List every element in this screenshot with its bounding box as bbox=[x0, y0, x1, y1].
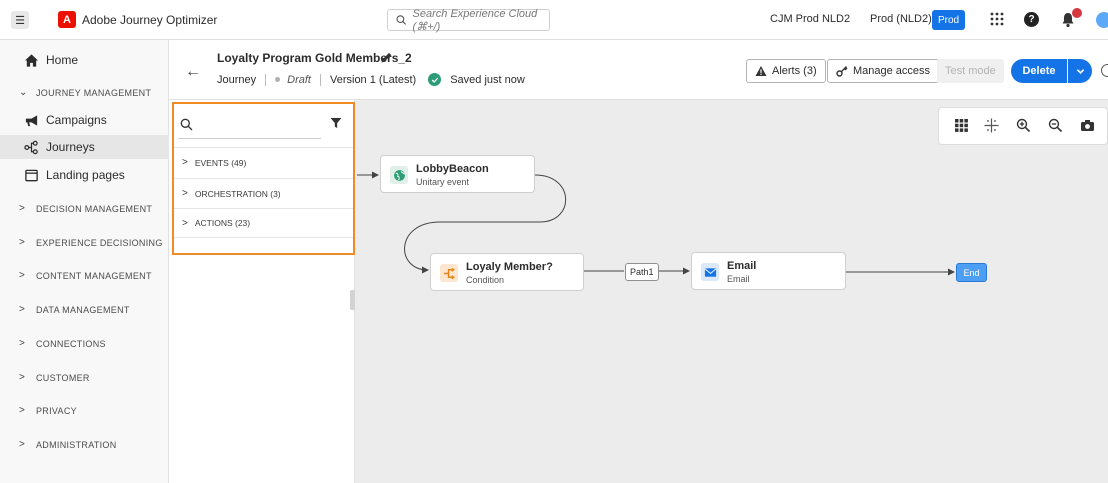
chevron-right-icon: > bbox=[19, 270, 26, 281]
chevron-right-icon: > bbox=[19, 372, 26, 383]
chevron-right-icon: > bbox=[19, 237, 26, 248]
sidebar-section-journey-management[interactable]: ⌄ JOURNEY MANAGEMENT bbox=[19, 87, 151, 98]
sidebar-section-label: DATA MANAGEMENT bbox=[36, 304, 130, 315]
sidebar-item-label: Landing pages bbox=[46, 168, 125, 182]
journey-type: Journey bbox=[217, 73, 257, 86]
sidebar-section-label: ADMINISTRATION bbox=[36, 439, 117, 450]
sidebar-section-label: JOURNEY MANAGEMENT bbox=[36, 87, 152, 98]
sandbox-switcher[interactable]: Prod (NLD2) bbox=[870, 13, 932, 25]
sidebar-section-connections[interactable]: > CONNECTIONS bbox=[19, 338, 106, 349]
sandbox-badge: Prod bbox=[932, 10, 966, 30]
end-node[interactable]: End bbox=[956, 263, 987, 282]
info-icon[interactable] bbox=[1101, 64, 1108, 77]
chevron-right-icon: > bbox=[19, 304, 26, 315]
node-title: Email bbox=[727, 260, 757, 272]
chevron-right-icon: > bbox=[19, 203, 26, 214]
path-label[interactable]: Path1 bbox=[625, 263, 659, 281]
status-badge: Draft bbox=[287, 73, 311, 86]
search-icon bbox=[396, 15, 407, 25]
zoom-in-icon[interactable] bbox=[1016, 118, 1031, 133]
alerts-button[interactable]: Alerts (3) bbox=[746, 59, 826, 83]
email-envelope-icon bbox=[701, 263, 719, 281]
search-placeholder: Search Experience Cloud (⌘+/) bbox=[412, 7, 538, 33]
sidebar-section-content-management[interactable]: > CONTENT MANAGEMENT bbox=[19, 270, 152, 281]
node-subtitle: Unitary event bbox=[416, 177, 470, 187]
palette-highlight-frame bbox=[172, 102, 355, 255]
sidebar-section-label: CONNECTIONS bbox=[36, 338, 106, 349]
divider bbox=[265, 73, 267, 86]
search-input[interactable]: Search Experience Cloud (⌘+/) bbox=[387, 7, 550, 33]
sidebar-item-label: Home bbox=[46, 53, 79, 67]
help-icon[interactable]: ? bbox=[1024, 12, 1039, 27]
event-globe-icon bbox=[390, 166, 408, 184]
divider bbox=[319, 73, 321, 86]
chevron-down-icon: ⌄ bbox=[19, 87, 28, 98]
app-title: Adobe Journey Optimizer bbox=[82, 13, 218, 27]
journey-icon bbox=[23, 139, 39, 155]
sidebar-section-label: CONTENT MANAGEMENT bbox=[36, 270, 152, 281]
zoom-out-icon[interactable] bbox=[1048, 118, 1063, 133]
checkmark-icon bbox=[428, 73, 442, 86]
sidebar-section-privacy[interactable]: > PRIVACY bbox=[19, 405, 77, 416]
sidebar-section-experience-decisioning[interactable]: > EXPERIENCE DECISIONING bbox=[19, 237, 163, 248]
delete-button[interactable]: Delete bbox=[1011, 59, 1067, 83]
grid-view-icon[interactable] bbox=[954, 118, 969, 133]
adobe-logo-icon: A bbox=[58, 11, 76, 28]
journey-meta: Journey Draft Version 1 (Latest) Saved j… bbox=[217, 73, 525, 86]
sidebar-item-label: Campaigns bbox=[46, 113, 107, 127]
node-title: LobbyBeacon bbox=[416, 163, 489, 175]
alerts-label: Alerts (3) bbox=[772, 65, 817, 77]
key-icon bbox=[836, 66, 848, 77]
alert-triangle-icon bbox=[755, 66, 767, 76]
chevron-down-icon bbox=[1076, 68, 1084, 74]
chevron-right-icon: > bbox=[19, 439, 26, 450]
version-label[interactable]: Version 1 (Latest) bbox=[330, 74, 416, 86]
sidebar-section-data-management[interactable]: > DATA MANAGEMENT bbox=[19, 304, 130, 315]
avatar[interactable] bbox=[1096, 12, 1108, 28]
org-switcher[interactable]: CJM Prod NLD2 bbox=[770, 13, 850, 25]
sidebar bbox=[0, 40, 169, 483]
screenshot-camera-icon[interactable] bbox=[1080, 118, 1095, 133]
menu-icon[interactable]: ☰ bbox=[11, 11, 29, 29]
test-mode-button[interactable]: Test mode bbox=[937, 59, 1004, 83]
sidebar-section-label: PRIVACY bbox=[36, 405, 77, 416]
sidebar-section-label: EXPERIENCE DECISIONING bbox=[36, 237, 163, 248]
chevron-right-icon: > bbox=[19, 338, 26, 349]
megaphone-icon bbox=[23, 112, 39, 128]
home-icon bbox=[23, 52, 39, 68]
manage-access-button[interactable]: Manage access bbox=[827, 59, 940, 83]
condition-node[interactable]: Loyaly Member? Condition bbox=[430, 253, 584, 291]
sidebar-item-home[interactable]: Home bbox=[0, 48, 169, 72]
node-subtitle: Condition bbox=[466, 275, 505, 285]
actions-dropdown-button[interactable] bbox=[1068, 59, 1092, 83]
condition-split-icon bbox=[440, 264, 458, 282]
sidebar-section-administration[interactable]: > ADMINISTRATION bbox=[19, 439, 117, 450]
sidebar-section-label: DECISION MANAGEMENT bbox=[36, 203, 153, 214]
sidebar-item-landing-pages[interactable]: Landing pages bbox=[0, 163, 169, 187]
top-bar: ☰ A Adobe Journey Optimizer Search Exper… bbox=[0, 0, 1108, 40]
sidebar-section-customer[interactable]: > CUSTOMER bbox=[19, 372, 90, 383]
back-arrow-icon[interactable]: ← bbox=[185, 63, 201, 81]
sidebar-item-label: Journeys bbox=[46, 140, 95, 154]
sidebar-item-journeys[interactable]: Journeys bbox=[0, 135, 169, 159]
email-node[interactable]: Email Email bbox=[691, 252, 846, 290]
sidebar-section-label: CUSTOMER bbox=[36, 372, 90, 383]
landing-page-icon bbox=[23, 167, 39, 183]
pencil-icon[interactable] bbox=[380, 51, 393, 64]
manage-access-label: Manage access bbox=[853, 65, 931, 77]
notification-badge bbox=[1072, 8, 1082, 18]
status-dot bbox=[275, 77, 281, 82]
chevron-right-icon: > bbox=[19, 405, 26, 416]
sidebar-item-campaigns[interactable]: Campaigns bbox=[0, 108, 169, 132]
node-subtitle: Email bbox=[727, 274, 750, 284]
journey-header: ← Loyalty Program Gold Members_2 Journey… bbox=[169, 40, 1108, 100]
sidebar-section-decision-management[interactable]: > DECISION MANAGEMENT bbox=[19, 203, 152, 214]
fit-to-screen-icon[interactable] bbox=[984, 118, 999, 133]
apps-grid-icon[interactable] bbox=[990, 12, 1004, 26]
node-title: Loyaly Member? bbox=[466, 261, 553, 273]
event-node[interactable]: LobbyBeacon Unitary event bbox=[380, 155, 535, 193]
saved-status: Saved just now bbox=[450, 73, 525, 86]
